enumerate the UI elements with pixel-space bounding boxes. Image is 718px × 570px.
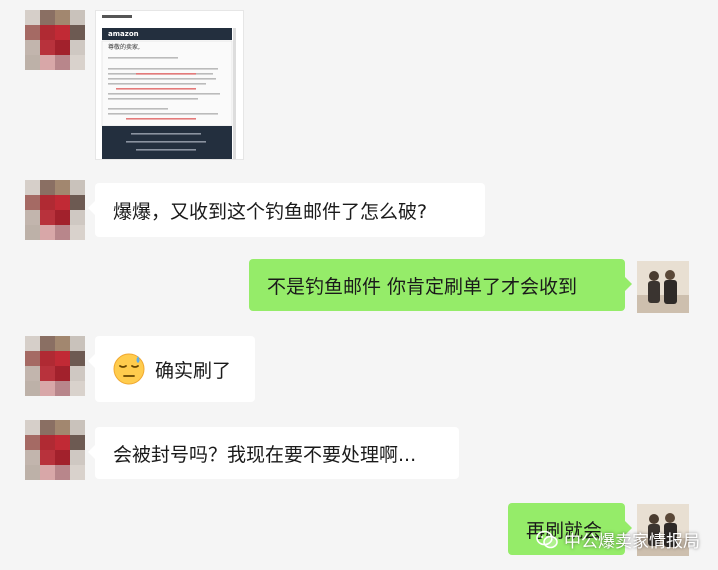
contact-avatar[interactable] [25, 180, 85, 240]
email-greeting-text: 尊敬的卖家, [108, 44, 140, 51]
people-photo [637, 261, 689, 313]
contact-avatar[interactable] [25, 420, 85, 480]
contact-avatar[interactable] [25, 10, 85, 70]
message-text: 不是钓鱼邮件 你肯定刷单了才会收到 [267, 275, 578, 298]
self-avatar[interactable] [637, 261, 689, 313]
message-bubble[interactable]: 会被封号吗？我现在要不要处理啊... [88, 427, 459, 479]
message-bubble[interactable]: 爆爆，又收到这个钓鱼邮件了怎么破? [88, 183, 485, 237]
message-text: 确实刷了 [155, 359, 232, 382]
email-brand-text: amazon [108, 30, 139, 38]
wechat-icon [536, 530, 558, 548]
downcast-sweat-face-icon [113, 353, 145, 385]
watermark: 中公爆卖家情报局 [536, 527, 700, 552]
message-text: 会被封号吗？我现在要不要处理啊... [113, 443, 417, 466]
message-bubble[interactable]: 确实刷了 [88, 336, 255, 402]
contact-avatar[interactable] [25, 336, 85, 396]
email-screenshot-image[interactable]: amazon 尊敬的卖家, [95, 10, 244, 160]
message-text: 爆爆，又收到这个钓鱼邮件了怎么破? [113, 200, 428, 223]
message-bubble-self[interactable]: 不是钓鱼邮件 你肯定刷单了才会收到 [249, 259, 632, 311]
watermark-text: 中公爆卖家情报局 [564, 532, 700, 552]
